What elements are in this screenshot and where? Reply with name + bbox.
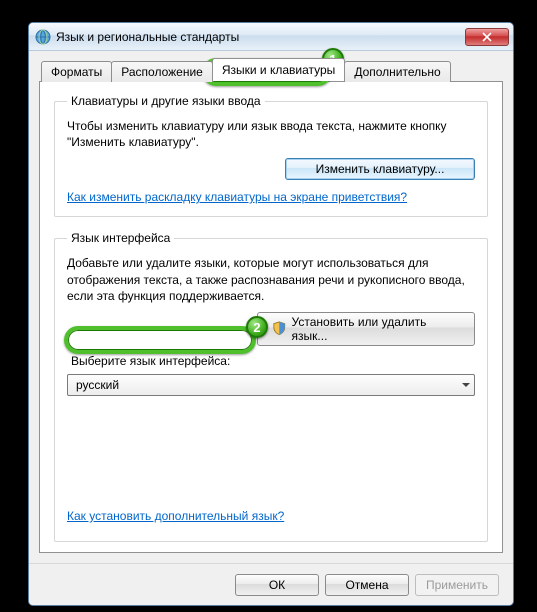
install-button-label: Установить или удалить язык...: [292, 315, 460, 343]
cancel-button[interactable]: Отмена: [325, 574, 409, 596]
tab-formats[interactable]: Форматы: [41, 61, 112, 82]
client-area: Форматы Расположение Языки и клавиатуры …: [29, 51, 513, 563]
group-keyboards: Клавиатуры и другие языки ввода Чтобы из…: [54, 94, 488, 217]
keyboards-description: Чтобы изменить клавиатуру или язык ввода…: [67, 118, 475, 150]
dialog-footer: ОК Отмена Применить: [29, 563, 513, 605]
chevron-down-icon: [462, 378, 470, 392]
display-language-combo[interactable]: русский: [67, 374, 475, 396]
ok-button[interactable]: ОК: [235, 574, 319, 596]
install-additional-language-link[interactable]: Как установить дополнительный язык?: [67, 509, 284, 523]
combo-selected-value: русский: [76, 378, 119, 392]
close-button[interactable]: [465, 28, 509, 46]
install-uninstall-language-button[interactable]: Установить или удалить язык...: [257, 312, 475, 346]
display-language-description: Добавьте или удалите языки, которые могу…: [67, 255, 475, 304]
tabstrip: Форматы Расположение Языки и клавиатуры …: [41, 59, 503, 81]
welcome-screen-layout-link[interactable]: Как изменить раскладку клавиатуры на экр…: [67, 190, 407, 204]
group-display-legend: Язык интерфейса: [67, 231, 174, 245]
group-display-language: Язык интерфейса Добавьте или удалите язы…: [54, 231, 488, 542]
change-keyboard-button[interactable]: Изменить клавиатуру...: [285, 158, 475, 180]
select-display-language-label: Выберите язык интерфейса:: [67, 352, 475, 370]
globe-icon: [35, 29, 51, 45]
dialog-window: Язык и региональные стандарты Форматы Ра…: [28, 22, 514, 606]
tab-keyboards-languages[interactable]: Языки и клавиатуры: [212, 58, 345, 81]
apply-button: Применить: [415, 574, 499, 596]
tab-advanced[interactable]: Дополнительно: [344, 61, 450, 82]
tab-panel: Клавиатуры и другие языки ввода Чтобы из…: [39, 81, 503, 553]
titlebar[interactable]: Язык и региональные стандарты: [29, 23, 513, 51]
window-title: Язык и региональные стандарты: [56, 30, 465, 44]
group-keyboards-legend: Клавиатуры и другие языки ввода: [67, 94, 265, 108]
tab-location[interactable]: Расположение: [111, 61, 213, 82]
shield-icon: [272, 321, 287, 336]
